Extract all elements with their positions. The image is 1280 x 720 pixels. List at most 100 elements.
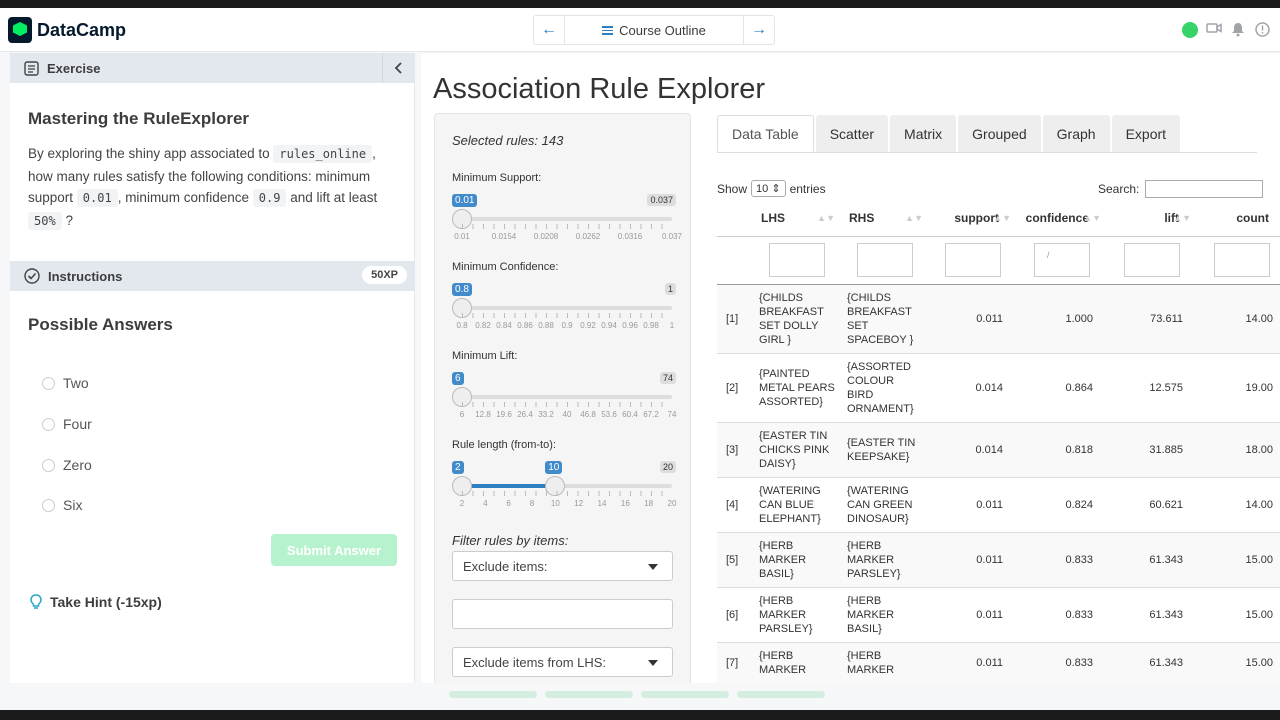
lift-cell: 73.611 — [1107, 284, 1197, 354]
slider-track[interactable] — [452, 298, 672, 318]
datacamp-logo-icon — [8, 17, 32, 43]
count-column-header[interactable]: count — [1197, 201, 1280, 237]
exercise-question: By exploring the shiny app associated to… — [28, 143, 398, 232]
min-confidence-slider[interactable]: Minimum Confidence: 1 0.8 0.8 0.82 0.84 0.86 0.… — [452, 261, 676, 330]
tab-scatter[interactable]: Scatter — [815, 115, 889, 152]
slider-tick-label: 0.92 — [580, 321, 596, 330]
video-icon[interactable] — [1206, 22, 1222, 38]
table-row[interactable]: [1] {CHILDS BREAKFAST SET DOLLY GIRL } {CH… — [717, 284, 1280, 354]
table-row[interactable]: [3] {EASTER TIN CHICKS PINK DAISY} {EASTER… — [717, 422, 1280, 478]
support-cell: 0.011 — [929, 642, 1017, 683]
next-exercise-button[interactable]: → — [744, 16, 774, 44]
support-filter-input[interactable] — [945, 243, 1001, 277]
confidence-cell: 1.000 — [1017, 284, 1107, 354]
slider-tick-label: 40 — [562, 410, 572, 419]
rhs-filter-input[interactable] — [857, 243, 913, 277]
tab-export[interactable]: Export — [1111, 115, 1181, 152]
exclude-items-select[interactable]: Exclude items: — [452, 551, 673, 581]
table-row[interactable]: [5] {HERB MARKER BASIL} {HERB MARKER PARSL… — [717, 532, 1280, 588]
slider-track[interactable] — [452, 209, 672, 229]
min-lift-slider[interactable]: Minimum Lift: 74 6 6 12.8 19.6 26.4 33.2 40 46.8 5… — [452, 350, 676, 419]
exclude-items-input[interactable] — [452, 599, 673, 629]
scroll-segment[interactable] — [449, 691, 537, 698]
slider-track[interactable] — [452, 476, 672, 496]
course-outline-button[interactable]: Course Outline — [564, 16, 744, 44]
lift-filter-input[interactable] — [1124, 243, 1180, 277]
info-icon[interactable] — [1254, 22, 1270, 38]
row-index: [4] — [717, 477, 753, 533]
entries-select[interactable]: 10 ⇕ — [751, 180, 786, 197]
answer-option[interactable]: Four — [42, 416, 92, 432]
slider-tick-label: 0.86 — [517, 321, 533, 330]
menu-icon — [602, 25, 614, 35]
slider-tick-label: 20 — [667, 499, 677, 508]
sort-icon: ▲▼ — [993, 213, 1011, 223]
slider-tick-label: 0.98 — [643, 321, 659, 330]
table-row[interactable]: [2] {PAINTED METAL PEARS ASSORTED} {ASSORT… — [717, 353, 1280, 423]
table-search: Search: — [1098, 180, 1264, 198]
slider-value-label: 10 — [545, 461, 563, 474]
radio-button[interactable] — [42, 417, 55, 431]
confidence-cell: 0.833 — [1017, 587, 1107, 643]
radio-button[interactable] — [42, 458, 55, 472]
instructions-header-label: Instructions — [48, 268, 123, 284]
min-support-slider[interactable]: Minimum Support: 0.037 0.01 0.01 0.0154 0.020… — [452, 172, 682, 241]
answer-option[interactable]: Six — [42, 497, 82, 513]
rule-length-slider[interactable]: Rule length (from-to): 20 2 10 2 4 6 8 10 12 14 16 1… — [452, 439, 676, 508]
lhs-column-header[interactable]: LHS ▲▼ — [753, 201, 841, 237]
answer-option[interactable]: Two — [42, 375, 89, 391]
course-nav: ← Course Outline → — [533, 15, 775, 45]
take-hint-button[interactable]: Take Hint (-15xp) — [30, 594, 162, 610]
search-input[interactable] — [1145, 180, 1264, 198]
slider-track[interactable] — [452, 387, 672, 407]
confidence-filter-input[interactable]: / — [1034, 243, 1090, 277]
lift-column-header[interactable]: lift ▲▼ — [1107, 201, 1197, 237]
tab-graph[interactable]: Graph — [1042, 115, 1110, 152]
datacamp-logo[interactable]: DataCamp — [8, 17, 126, 43]
row-index: [6] — [717, 587, 753, 643]
column-label: count — [1236, 211, 1269, 226]
count-filter-input[interactable] — [1214, 243, 1270, 277]
rhs-column-header[interactable]: RHS ▲▼ — [841, 201, 929, 237]
confidence-cell: 0.818 — [1017, 422, 1107, 478]
exclude-lhs-select[interactable]: Exclude items from LHS: — [452, 647, 673, 677]
slider-tickmarks — [462, 313, 672, 318]
show-entries-control: Show 10 ⇕ entries — [717, 180, 826, 197]
column-label: LHS — [761, 211, 785, 226]
inline-code: 50% — [28, 211, 62, 230]
scroll-segment[interactable] — [737, 691, 825, 698]
submit-answer-button[interactable]: Submit Answer — [271, 534, 397, 566]
table-row[interactable]: [6] {HERB MARKER PARSLEY} {HERB MARKER BAS… — [717, 587, 1280, 643]
controls-sidebar: Selected rules: 143 Minimum Support: 0.03… — [434, 113, 691, 683]
table-row[interactable]: [4] {WATERING CAN BLUE ELEPHANT} {WATERING… — [717, 477, 1280, 533]
horizontal-scrollbar[interactable] — [449, 691, 825, 698]
collapse-panel-button[interactable] — [382, 53, 414, 83]
bell-icon[interactable] — [1230, 22, 1246, 38]
scroll-segment[interactable] — [641, 691, 729, 698]
radio-button[interactable] — [42, 498, 55, 512]
lift-cell: 61.343 — [1107, 587, 1197, 643]
tab-grouped[interactable]: Grouped — [958, 115, 1041, 152]
filter-cell: / — [1017, 236, 1107, 285]
radio-button[interactable] — [42, 376, 55, 390]
tab-data-table[interactable]: Data Table — [717, 115, 814, 152]
rhs-cell: {HERB MARKER BASIL} — [841, 587, 929, 643]
confidence-column-header[interactable]: confidence ▲▼ — [1017, 201, 1107, 237]
lhs-filter-input[interactable] — [769, 243, 825, 277]
slider-tick-label: 18 — [644, 499, 654, 508]
slider-value-label: 0.8 — [452, 283, 472, 296]
lhs-cell: {HERB MARKER BASIL} — [753, 532, 841, 588]
support-column-header[interactable]: support ▲▼ — [929, 201, 1017, 237]
prev-exercise-button[interactable]: ← — [534, 16, 564, 44]
answer-option[interactable]: Zero — [42, 457, 92, 473]
row-index: [1] — [717, 284, 753, 354]
scroll-segment[interactable] — [545, 691, 633, 698]
row-index: [5] — [717, 532, 753, 588]
question-text: , minimum confidence — [117, 190, 253, 205]
exclude-items-label: Exclude items: — [463, 558, 548, 574]
table-row[interactable]: [7] {HERB MARKER {HERB MARKER 0.011 0.833 61.… — [717, 642, 1280, 683]
tab-matrix[interactable]: Matrix — [890, 115, 957, 152]
count-cell: 15.00 — [1197, 532, 1280, 588]
exercise-title: Mastering the RuleExplorer — [28, 109, 250, 128]
slider-tick-label: 0.0208 — [533, 232, 559, 241]
